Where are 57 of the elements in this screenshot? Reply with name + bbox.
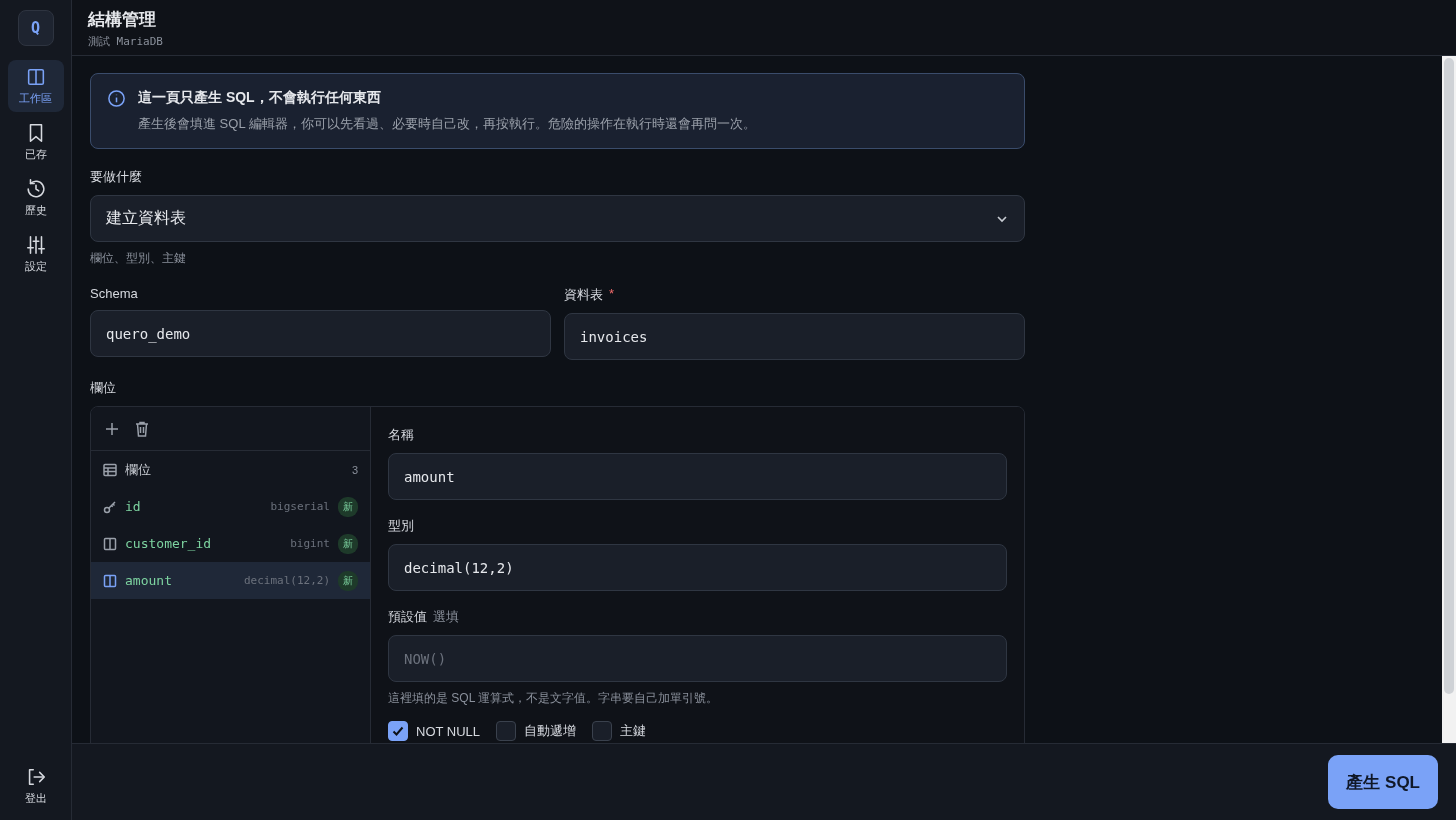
column-count: 3 <box>351 463 358 476</box>
generate-sql-button[interactable]: 產生 SQL <box>1328 755 1438 809</box>
page-title: 結構管理 <box>88 9 157 31</box>
field-label: Schema <box>90 286 138 301</box>
column-item[interactable]: id bigserial 新 <box>91 488 370 525</box>
column-item[interactable]: amount decimal(12,2) 新 <box>91 562 370 599</box>
field-hint: 欄位、型別、主鍵 <box>90 250 187 267</box>
new-badge: 新 <box>338 570 358 591</box>
column-name: amount <box>125 573 173 588</box>
checkmark-icon <box>391 724 405 738</box>
column-icon <box>103 536 117 551</box>
field-label: 預設值 <box>388 608 427 626</box>
table-icon <box>103 462 117 477</box>
nav-item[interactable]: 歷史 <box>7 172 64 224</box>
field-label: 型別 <box>388 517 414 535</box>
list-header: 欄位 <box>125 460 151 479</box>
field-label: 要做什麼 <box>90 168 142 186</box>
checkbox[interactable] <box>388 721 408 741</box>
table-field[interactable]: invoices <box>564 313 1025 360</box>
checkbox[interactable] <box>592 721 613 741</box>
column-item[interactable]: customer_id bigint 新 <box>91 525 370 562</box>
field-label: 名稱 <box>388 426 414 444</box>
info-icon <box>107 89 126 108</box>
column-type: decimal(12,2) <box>243 574 330 587</box>
scrollbar[interactable] <box>1442 56 1456 743</box>
schema-field[interactable]: quero_demo <box>90 310 551 357</box>
checkbox-label: 主鍵 <box>620 722 647 740</box>
app-logo[interactable]: Q <box>17 10 54 46</box>
optional-label: 選填 <box>433 608 459 626</box>
history-icon <box>24 178 47 200</box>
nav-item[interactable]: 設定 <box>7 228 64 280</box>
column-type: bigserial <box>270 500 330 513</box>
checkbox[interactable] <box>496 721 517 741</box>
trash-icon[interactable] <box>133 419 151 438</box>
section-label: 欄位 <box>90 379 116 397</box>
new-badge: 新 <box>338 496 358 517</box>
name-field[interactable]: amount <box>388 453 1007 500</box>
field-label: 資料表 <box>564 286 603 304</box>
field-hint: 這裡填的是 SQL 運算式，不是文字值。字串要自己加單引號。 <box>388 690 720 707</box>
notice-text: 產生後會填進 SQL 編輯器，你可以先看過、必要時自己改，再按執行。危險的操作在執行時還會再問一次。 <box>138 115 756 133</box>
logout-button[interactable]: 登出 <box>24 766 47 806</box>
checkbox-label: 自動遞增 <box>524 722 577 740</box>
notice-title: 這一頁只產生 SQL，不會執行任何東西 <box>138 89 382 107</box>
required-mark: * <box>609 286 615 303</box>
column-name: id <box>125 499 142 514</box>
column-type: bigint <box>290 537 330 550</box>
page-subtitle: 測試 MariaDB <box>88 34 164 49</box>
checkbox-label: NOT NULL <box>416 723 481 739</box>
column-icon <box>103 573 117 588</box>
column-name: customer_id <box>125 536 213 551</box>
sliders-icon <box>24 234 47 256</box>
new-badge: 新 <box>338 533 358 554</box>
action-dropdown[interactable]: 建立資料表 <box>90 195 1025 242</box>
nav-item[interactable]: 已存 <box>7 116 64 168</box>
type-field[interactable]: decimal(12,2) <box>388 544 1007 591</box>
key-icon <box>103 499 117 514</box>
nav-item[interactable]: 工作區 <box>7 60 64 112</box>
